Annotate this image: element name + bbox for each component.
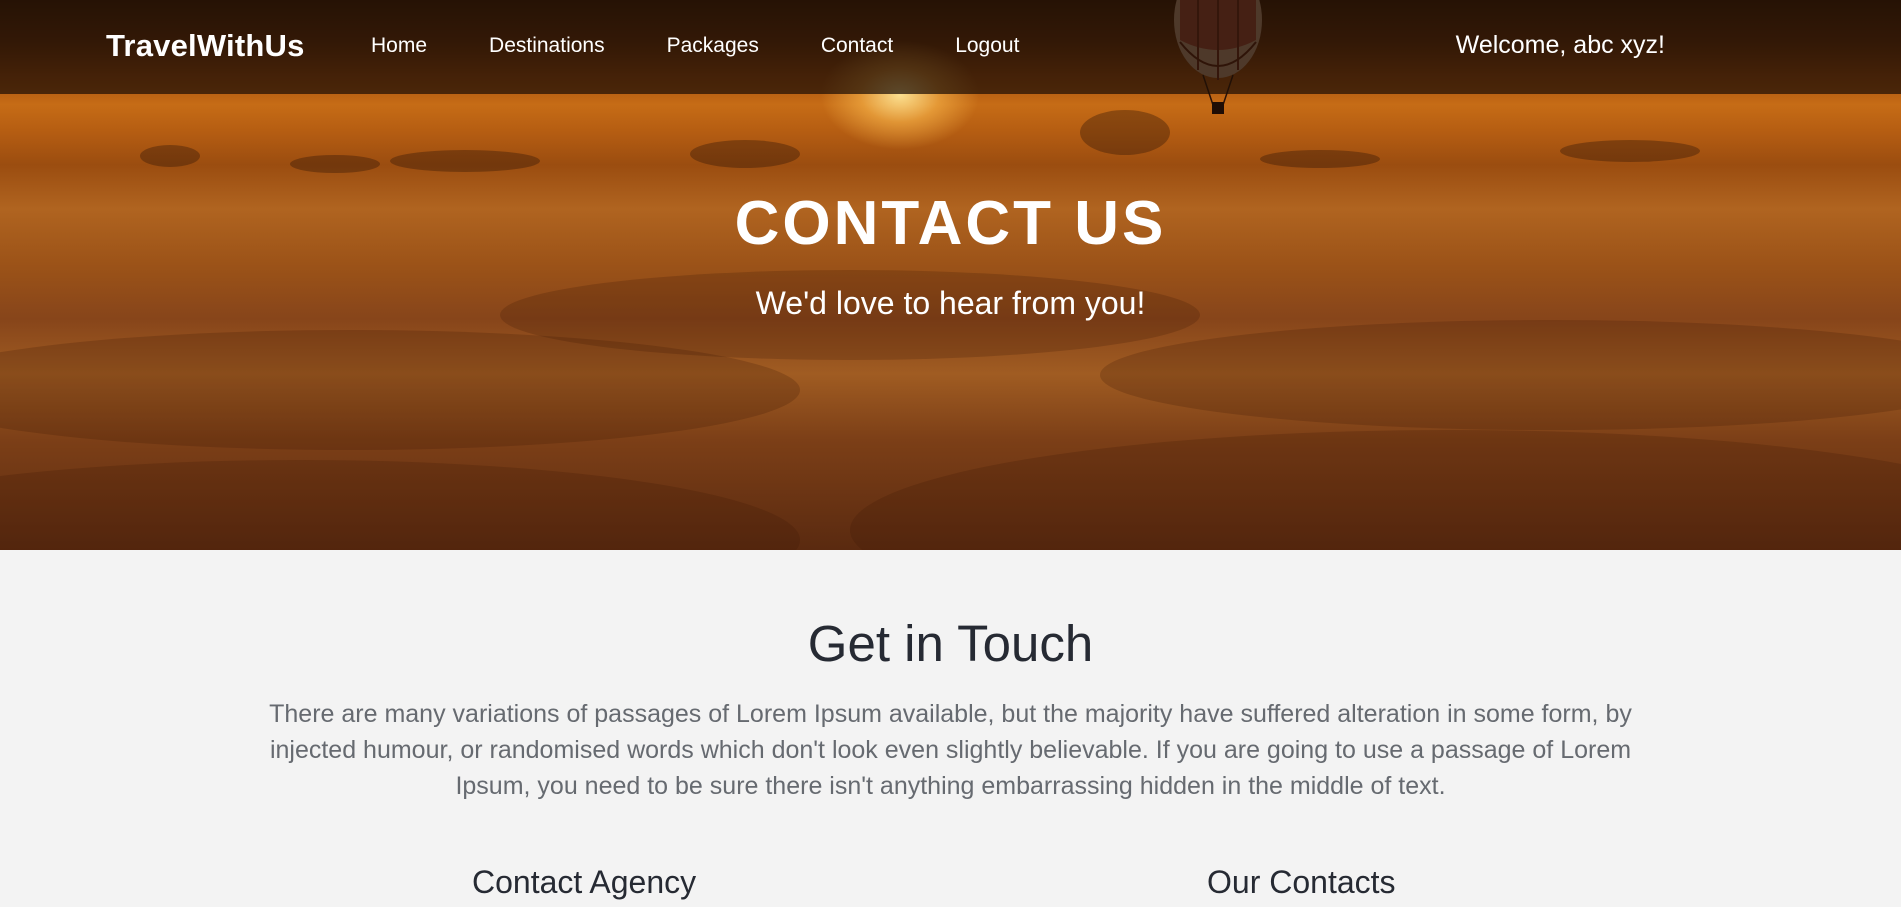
welcome-message: Welcome, abc xyz! — [1455, 31, 1665, 59]
nav-link-home[interactable]: Home — [371, 34, 427, 58]
contact-agency-heading: Contact Agency — [472, 864, 697, 900]
dune — [1100, 320, 1901, 430]
cloud — [140, 145, 200, 167]
contact-content: Get in Touch There are many variations o… — [0, 550, 1901, 907]
dune — [0, 460, 800, 550]
hero-subtitle: We'd love to hear from you! — [755, 285, 1146, 321]
cloud — [1560, 140, 1700, 162]
section-description: There are many variations of passages of… — [269, 700, 1632, 800]
nav-link-packages[interactable]: Packages — [667, 34, 759, 58]
cloud — [290, 155, 380, 173]
nav-link-logout[interactable]: Logout — [955, 34, 1019, 58]
our-contacts-heading: Our Contacts — [1207, 864, 1396, 900]
nav-links: Home Destinations Packages Contact Logou… — [371, 34, 1081, 58]
dune — [850, 430, 1901, 550]
top-navbar: TravelWithUs Home Destinations Packages … — [0, 0, 1901, 94]
brand-logo[interactable]: TravelWithUs — [106, 28, 305, 64]
hero-title: CONTACT US — [734, 189, 1167, 258]
hero-banner: TravelWithUs Home Destinations Packages … — [0, 0, 1901, 550]
nav-link-destinations[interactable]: Destinations — [489, 34, 605, 58]
cloud — [1260, 150, 1380, 168]
cloud — [690, 140, 800, 168]
cloud — [390, 150, 540, 172]
cloud — [1080, 110, 1170, 155]
nav-link-contact[interactable]: Contact — [821, 34, 893, 58]
section-title: Get in Touch — [807, 615, 1094, 672]
